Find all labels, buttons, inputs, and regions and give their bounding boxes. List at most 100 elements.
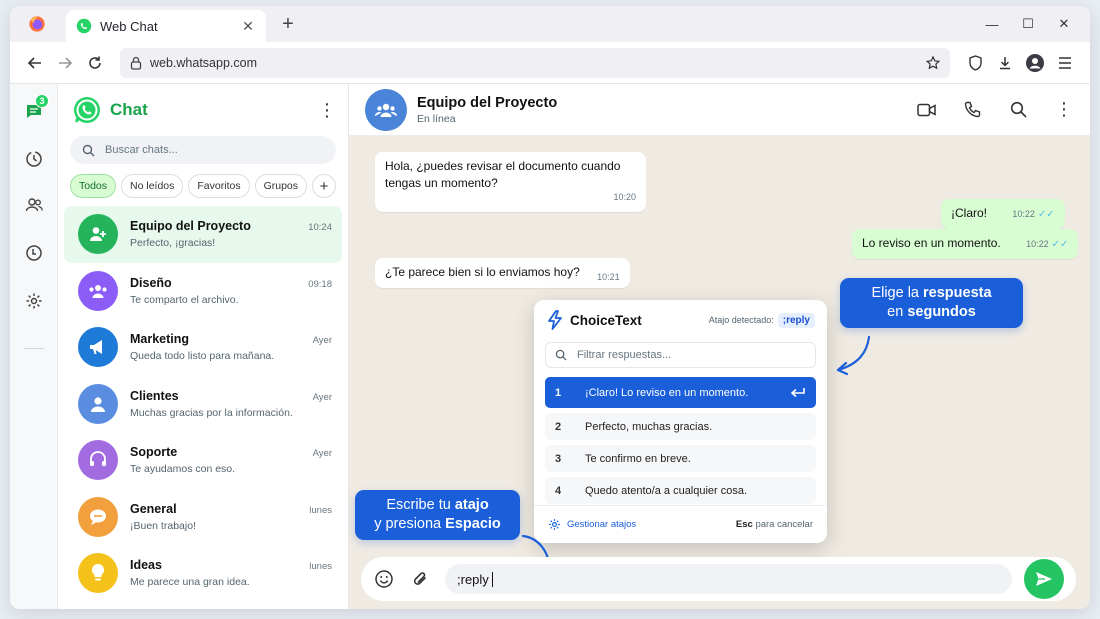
filter-placeholder: Filtrar respuestas... bbox=[577, 349, 672, 361]
avatar bbox=[78, 327, 118, 368]
new-tab-icon[interactable]: + bbox=[278, 14, 298, 34]
megaphone-icon bbox=[88, 338, 108, 356]
tab-web-chat[interactable]: Web Chat ✕ bbox=[66, 10, 266, 42]
search-chats-input[interactable]: Buscar chats... bbox=[70, 136, 336, 164]
more-options-icon[interactable]: ⋮ bbox=[318, 101, 336, 119]
chat-row-2[interactable]: Marketing Ayer Queda todo listo para mañan… bbox=[64, 319, 342, 376]
chat-row-4[interactable]: Soporte Ayer Te ayudamos con eso. bbox=[64, 432, 342, 489]
curved-arrow-icon bbox=[836, 335, 871, 376]
group-person-icon bbox=[88, 225, 108, 243]
video-call-icon[interactable] bbox=[916, 100, 936, 120]
nav-bar: web.whatsapp.com bbox=[10, 42, 1090, 84]
communities-icon[interactable] bbox=[23, 194, 45, 216]
filter-chips: Todos No leídos Favoritos Grupos + bbox=[58, 164, 348, 204]
callout-text: y presiona bbox=[374, 516, 442, 532]
chat-row-0[interactable]: Equipo del Proyecto 10:24 Perfecto, ¡graci… bbox=[64, 206, 342, 263]
message-time: 10:21 bbox=[597, 272, 620, 282]
conversation-panel: Equipo del Proyecto En línea ⋮ Hola, ¿pu… bbox=[349, 84, 1090, 609]
maximize-icon[interactable]: ☐ bbox=[1010, 12, 1046, 36]
gear-icon[interactable] bbox=[548, 518, 561, 531]
filter-responses-input[interactable]: Filtrar respuestas... bbox=[545, 342, 816, 368]
response-option-3[interactable]: 3 Te confirmo en breve. bbox=[545, 445, 816, 472]
filter-favoritos[interactable]: Favoritos bbox=[188, 174, 250, 198]
esc-label: para cancelar bbox=[755, 519, 813, 530]
search-conversation-icon[interactable] bbox=[1008, 100, 1028, 120]
window-controls: — ☐ ✕ bbox=[974, 12, 1082, 36]
account-icon[interactable] bbox=[1020, 48, 1050, 78]
address-bar[interactable]: web.whatsapp.com bbox=[120, 47, 950, 78]
whatsapp-icon bbox=[76, 18, 92, 34]
chat-time: Ayer bbox=[312, 448, 332, 460]
callout-text: Escribe tu bbox=[386, 497, 451, 513]
chat-row-6[interactable]: Ideas lunes Me parece una gran idea. bbox=[64, 545, 342, 602]
message-out-2: Lo reviso en un momento. 10:22 ✓✓ bbox=[852, 229, 1079, 259]
message-input[interactable]: ;reply bbox=[445, 564, 1012, 594]
chat-list-header: Chat ⋮ bbox=[58, 84, 348, 136]
forward-icon[interactable] bbox=[50, 48, 80, 78]
lightbulb-icon bbox=[90, 563, 106, 583]
back-icon[interactable] bbox=[20, 48, 50, 78]
esc-hint: Esc para cancelar bbox=[736, 519, 813, 530]
response-option-2[interactable]: 2 Perfecto, muchas gracias. bbox=[545, 413, 816, 440]
group-icon bbox=[87, 283, 109, 299]
filter-grupos[interactable]: Grupos bbox=[254, 174, 308, 198]
minimize-icon[interactable]: — bbox=[974, 12, 1010, 36]
response-option-4[interactable]: 4 Quedo atento/a a cualquier cosa. bbox=[545, 477, 816, 504]
chat-name: Clientes bbox=[130, 388, 179, 403]
reload-icon[interactable] bbox=[80, 48, 110, 78]
message-text: Lo reviso en un momento. bbox=[862, 236, 1001, 250]
chat-name: Ideas bbox=[130, 558, 162, 573]
unread-badge: 3 bbox=[35, 94, 49, 108]
shield-icon[interactable] bbox=[960, 48, 990, 78]
double-check-icon: ✓✓ bbox=[1037, 209, 1055, 220]
search-icon bbox=[555, 349, 567, 361]
filter-no-leidos[interactable]: No leídos bbox=[121, 174, 184, 198]
send-button[interactable] bbox=[1024, 559, 1064, 599]
message-time: 10:20 bbox=[613, 192, 636, 202]
settings-gear-icon[interactable] bbox=[23, 290, 45, 312]
chat-list-panel: Chat ⋮ Buscar chats... Todos No leídos F… bbox=[58, 84, 349, 609]
url-text[interactable]: web.whatsapp.com bbox=[150, 56, 926, 70]
enter-return-icon bbox=[790, 387, 805, 397]
attach-paperclip-icon[interactable] bbox=[409, 568, 431, 590]
esc-key: Esc bbox=[735, 519, 753, 530]
browser-window: Web Chat ✕ + — ☐ ✕ web.whatsapp.com 3 Ch… bbox=[10, 6, 1090, 609]
text-caret bbox=[491, 571, 493, 587]
avatar bbox=[78, 496, 118, 537]
message-text: ¿Te parece bien si lo enviamos hoy? bbox=[385, 265, 580, 279]
channels-icon[interactable] bbox=[23, 242, 45, 264]
option-label: Quedo atento/a a cualquier cosa. bbox=[585, 484, 748, 497]
add-filter-icon[interactable]: + bbox=[312, 174, 337, 198]
status-icon[interactable] bbox=[23, 148, 45, 170]
bookmark-star-icon[interactable] bbox=[926, 55, 940, 70]
search-icon bbox=[82, 144, 95, 156]
chat-row-3[interactable]: Clientes Ayer Muchas gracias por la inform… bbox=[64, 376, 342, 433]
hamburger-menu-icon[interactable] bbox=[1050, 48, 1080, 78]
close-window-icon[interactable]: ✕ bbox=[1046, 12, 1082, 36]
response-option-1[interactable]: 1 ¡Claro! Lo reviso en un momento. bbox=[545, 377, 816, 408]
message-text: Hola, ¿puedes revisar el documento cuand… bbox=[385, 159, 621, 190]
popup-header: ChoiceText Atajo detectado: ;reply bbox=[534, 300, 827, 340]
chat-last-message: Perfecto, ¡gracias! bbox=[130, 237, 216, 250]
message-out-1: ¡Claro! 10:22 ✓✓ bbox=[941, 199, 1065, 229]
chat-row-1[interactable]: Diseño 09:18 Te comparto el archivo. bbox=[64, 263, 342, 320]
callout-choose-response: Elige la respuesta en segundos bbox=[840, 278, 1023, 328]
chat-time: 10:24 bbox=[308, 222, 332, 234]
firefox-icon[interactable] bbox=[28, 15, 46, 33]
filter-todos[interactable]: Todos bbox=[70, 174, 117, 198]
avatar bbox=[78, 383, 118, 424]
avatar bbox=[78, 214, 118, 255]
emoji-icon[interactable] bbox=[373, 568, 395, 590]
manage-shortcuts-link[interactable]: Gestionar atajos bbox=[567, 519, 736, 530]
chat-row-5[interactable]: General lunes ¡Buen trabajo! bbox=[64, 489, 342, 546]
conversation-menu-icon[interactable]: ⋮ bbox=[1054, 99, 1074, 120]
option-number: 1 bbox=[555, 386, 562, 399]
chat-time: lunes bbox=[309, 504, 332, 516]
chat-list-title: Chat bbox=[110, 100, 148, 119]
download-icon[interactable] bbox=[990, 48, 1020, 78]
phone-call-icon[interactable] bbox=[962, 100, 982, 120]
message-in-1: Hola, ¿puedes revisar el documento cuand… bbox=[375, 152, 646, 212]
group-avatar[interactable] bbox=[365, 88, 407, 131]
close-tab-icon[interactable]: ✕ bbox=[240, 18, 256, 35]
double-check-icon: ✓✓ bbox=[1051, 239, 1069, 250]
